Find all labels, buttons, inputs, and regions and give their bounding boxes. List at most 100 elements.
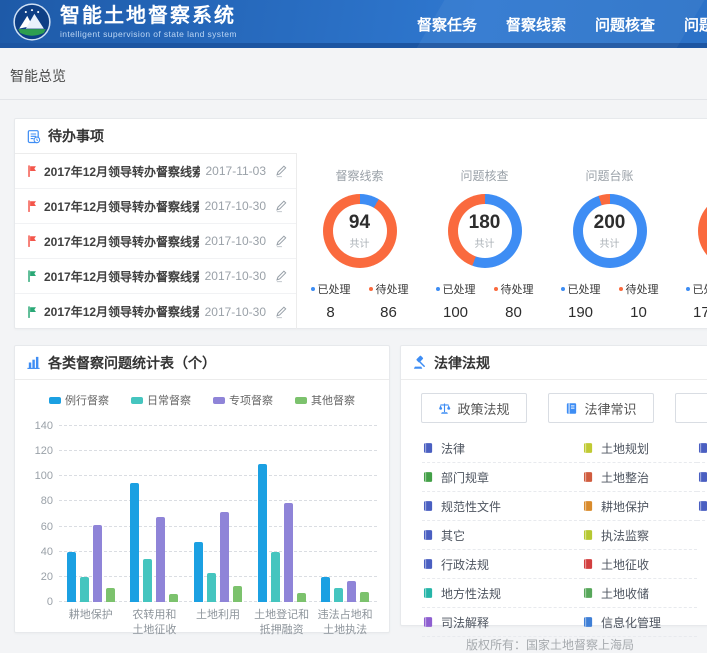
- bar-日常督察[interactable]: [143, 559, 152, 602]
- flag-icon: [27, 165, 38, 177]
- brand[interactable]: 智能土地督察系统 intelligent supervision of stat…: [13, 3, 237, 41]
- bar-专项督察[interactable]: [156, 517, 165, 602]
- todo-item-date: 2017-10-30: [205, 269, 266, 283]
- y-axis-tick: 80: [21, 495, 53, 507]
- nav-item-4[interactable]: 问题台账: [684, 14, 707, 35]
- law-category-label: 土地规划: [601, 440, 649, 457]
- law-category-item[interactable]: 法律: [422, 434, 582, 463]
- edit-icon[interactable]: [275, 234, 288, 248]
- edit-icon[interactable]: [275, 305, 288, 319]
- todo-item-text[interactable]: 2017年12月领导转办督察线索: [44, 268, 199, 285]
- bar-其他督察[interactable]: [106, 588, 115, 602]
- law-category-label: 土地整治: [601, 469, 649, 486]
- legend-item[interactable]: 例行督察: [49, 392, 109, 408]
- donut-total-label: 共计: [475, 235, 495, 250]
- law-category-item[interactable]: [697, 463, 707, 492]
- book-icon: [582, 558, 594, 570]
- nav-item-1[interactable]: 督察任务: [417, 14, 477, 35]
- law-category-item[interactable]: 地方性法规: [422, 579, 582, 608]
- bar-日常督察[interactable]: [207, 573, 216, 602]
- legend-item[interactable]: 专项督察: [213, 392, 273, 408]
- law-button-1[interactable]: 政策法规: [421, 393, 527, 423]
- x-axis-category-label: 土地利用: [186, 608, 250, 638]
- donut-legend: 已处理8待处理86: [297, 281, 422, 321]
- bar-专项督察[interactable]: [284, 503, 293, 602]
- donut-ring: 200共计: [573, 194, 647, 268]
- legend-item[interactable]: 其他督察: [295, 392, 355, 408]
- todo-item-date: 2017-10-30: [205, 305, 266, 319]
- donut-total-value: 180: [469, 213, 501, 232]
- todo-list: 2017年12月领导转办督察线索2017-11-032017年12月领导转办督察…: [15, 153, 297, 329]
- law-category-item[interactable]: [697, 492, 707, 521]
- bar-例行督察[interactable]: [130, 483, 139, 602]
- todo-item-text[interactable]: 2017年12月领导转办督察线索: [44, 198, 199, 215]
- law-category-item[interactable]: 规范性文件: [422, 492, 582, 521]
- flag-icon: [27, 200, 38, 212]
- donut-legend: 已处理100待处理80: [422, 281, 547, 321]
- book-icon: [422, 442, 434, 454]
- donut-stat-1: 督察线索94共计已处理8待处理86: [297, 161, 422, 329]
- bar-例行督察[interactable]: [258, 464, 267, 602]
- law-category-item[interactable]: 土地整治: [582, 463, 697, 492]
- bar-例行督察[interactable]: [67, 552, 76, 602]
- nav-item-3[interactable]: 问题核查: [595, 14, 655, 35]
- bar-日常督察[interactable]: [80, 577, 89, 602]
- donut-stat-3: 问题台账200共计已处理190待处理10: [547, 161, 672, 329]
- edit-icon[interactable]: [275, 199, 288, 213]
- law-category-item[interactable]: 执法监察: [582, 521, 697, 550]
- bar-其他督察[interactable]: [297, 593, 306, 602]
- legend-swatch-icon: [213, 397, 225, 404]
- law-category-item[interactable]: 土地规划: [582, 434, 697, 463]
- flag-icon: [27, 270, 38, 282]
- bar-其他督察[interactable]: [360, 592, 369, 602]
- law-category-item[interactable]: 土地收储: [582, 579, 697, 608]
- todo-item-text[interactable]: 2017年12月领导转办督察线索: [44, 303, 199, 320]
- law-category-label: 司法解释: [441, 614, 489, 631]
- todo-item-text[interactable]: 2017年12月领导转办督察线索: [44, 233, 199, 250]
- law-button-2[interactable]: 法律常识: [548, 393, 654, 423]
- law-category-item[interactable]: 部门规章: [422, 463, 582, 492]
- book-icon: [422, 529, 434, 541]
- bar-其他督察[interactable]: [169, 594, 178, 602]
- chart-legend: 例行督察 日常督察 专项督察 其他督察: [15, 392, 389, 408]
- donut-title: 督察任务: [672, 167, 707, 184]
- y-axis-tick: 20: [21, 571, 53, 583]
- law-column-1: 法律部门规章规范性文件其它行政法规地方性法规司法解释: [422, 434, 582, 637]
- nav-item-2[interactable]: 督察线索: [506, 14, 566, 35]
- law-category-item[interactable]: 信息化管理: [582, 608, 697, 637]
- bar-例行督察[interactable]: [321, 577, 330, 602]
- edit-icon[interactable]: [275, 269, 288, 283]
- bar-日常督察[interactable]: [334, 588, 343, 602]
- law-category-item[interactable]: 耕地保护: [582, 492, 697, 521]
- bar-例行督察[interactable]: [194, 542, 203, 602]
- donut-legend: 已处理190待处理10: [547, 281, 672, 321]
- donut-total-value: 200: [594, 213, 626, 232]
- legend-item[interactable]: 日常督察: [131, 392, 191, 408]
- x-axis-category-label: 土地登记和 抵押融资: [250, 608, 314, 638]
- chart-bars: [59, 426, 377, 602]
- bar-group: [194, 426, 242, 602]
- book-icon: [697, 471, 707, 483]
- bar-专项督察[interactable]: [93, 525, 102, 602]
- bar-日常督察[interactable]: [271, 552, 280, 602]
- law-category-item[interactable]: 土地征收: [582, 550, 697, 579]
- bar-专项督察[interactable]: [220, 512, 229, 603]
- scale-icon: [438, 402, 451, 415]
- todo-item-text[interactable]: 2017年12月领导转办督察线索: [44, 163, 200, 180]
- bar-专项督察[interactable]: [347, 581, 356, 602]
- law-category-item[interactable]: [697, 434, 707, 463]
- law-category-item[interactable]: 其它: [422, 521, 582, 550]
- edit-icon[interactable]: [275, 164, 288, 178]
- book-icon: [582, 442, 594, 454]
- bar-其他督察[interactable]: [233, 586, 242, 602]
- law-button-3[interactable]: [675, 393, 707, 423]
- donut-stat-2: 问题核查180共计已处理100待处理80: [422, 161, 547, 329]
- main-nav: 督察任务 督察线索 问题核查 问题台账: [417, 0, 707, 48]
- book-icon: [422, 500, 434, 512]
- law-category-item[interactable]: 司法解释: [422, 608, 582, 637]
- law-category-label: 部门规章: [441, 469, 489, 486]
- law-category-item[interactable]: 行政法规: [422, 550, 582, 579]
- gavel-icon: [412, 355, 427, 370]
- todo-list-icon: [26, 129, 41, 144]
- donut-center: 94共计: [333, 204, 387, 258]
